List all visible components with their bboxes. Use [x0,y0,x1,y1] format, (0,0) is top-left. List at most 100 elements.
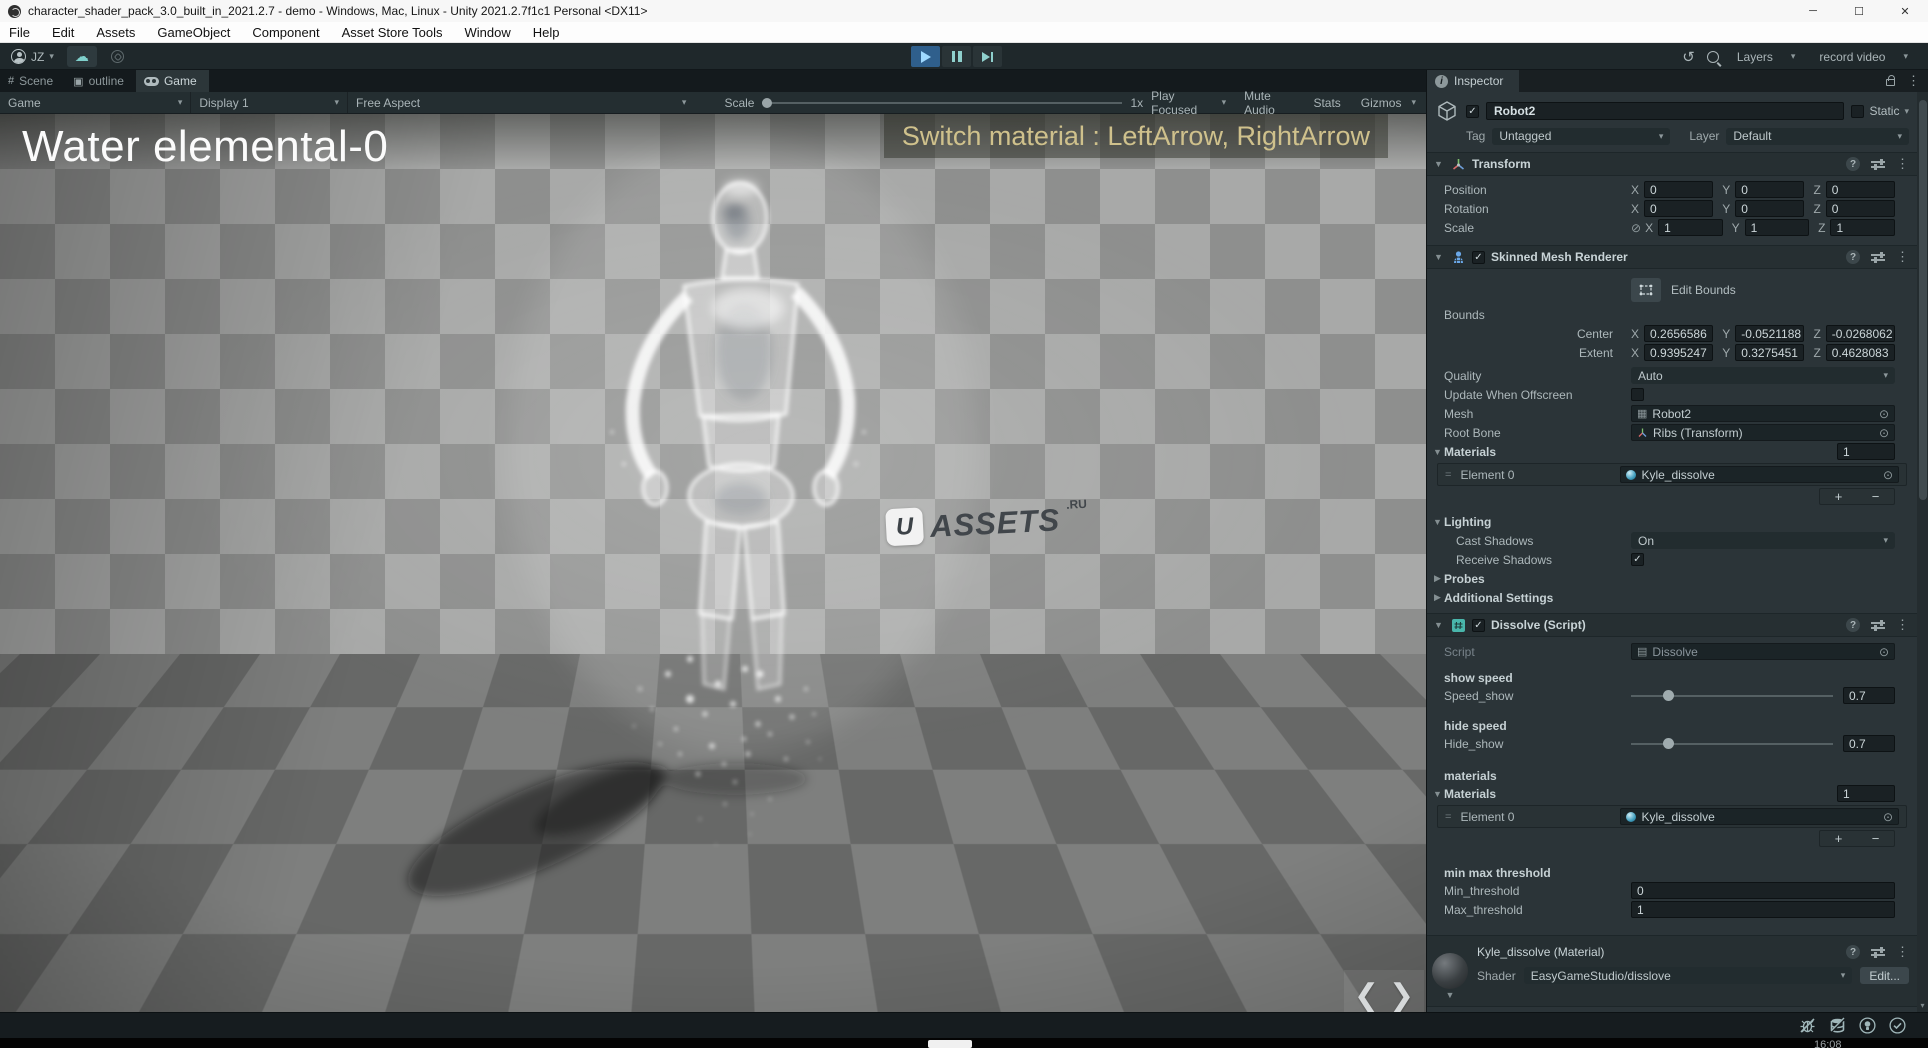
dissolve-material-object-field[interactable]: Kyle_dissolve ⊙ [1620,808,1899,825]
mesh-object-field[interactable]: ▦ Robot2 ⊙ [1631,405,1895,422]
cloud-services-button[interactable]: ☁ [66,46,97,67]
scale-slider-handle[interactable] [762,97,773,108]
progress-check-icon[interactable] [1889,1017,1906,1034]
speed-show-slider[interactable] [1631,690,1833,701]
kebab-menu-icon[interactable]: ⋮ [1896,944,1909,960]
scale-slider[interactable] [762,97,1123,108]
aspect-dropdown[interactable]: Free Aspect ▾ [348,92,694,113]
object-picker-icon[interactable]: ⊙ [1879,407,1889,421]
extent-x-field[interactable]: 0.9395247 [1644,344,1714,361]
link-broken-icon[interactable]: ⊘ [1631,221,1641,235]
pause-button[interactable] [942,46,971,67]
component-enabled-checkbox[interactable]: ✓ [1472,618,1485,632]
dissolve-script-header[interactable]: ▼ ✓ Dissolve (Script) ? ⋮ [1427,613,1917,637]
display-target-dropdown[interactable]: Game ▾ [0,92,192,113]
help-icon[interactable]: ? [1846,945,1860,959]
add-element-button[interactable]: + [1820,831,1857,846]
cache-server-icon[interactable] [1829,1017,1846,1034]
rotation-x-field[interactable]: 0 [1644,200,1714,217]
display-dropdown[interactable]: Display 1 ▾ [191,92,348,113]
drag-handle-icon[interactable]: = [1445,469,1452,481]
prev-arrow-icon[interactable]: ❮ [1354,978,1379,1013]
dissolve-material-element-row[interactable]: = Element 0 Kyle_dissolve ⊙ [1437,805,1907,828]
center-x-field[interactable]: 0.2656586 [1644,325,1714,342]
menu-component[interactable]: Component [241,22,330,42]
menu-window[interactable]: Window [454,22,522,42]
kebab-menu-icon[interactable]: ⋮ [1896,617,1909,633]
preset-icon[interactable] [1871,619,1885,631]
preset-icon[interactable] [1871,251,1885,263]
layout-dropdown[interactable]: record video ▾ [1813,46,1914,67]
menu-edit[interactable]: Edit [41,22,85,42]
smr-materials-foldout[interactable]: ▼ Materials 1 [1427,442,1917,461]
update-offscreen-checkbox[interactable] [1631,388,1644,401]
layer-dropdown[interactable]: Default ▾ [1726,127,1909,145]
menu-asset-store-tools[interactable]: Asset Store Tools [331,22,454,42]
remove-element-button[interactable]: − [1857,831,1894,846]
static-checkbox[interactable] [1851,104,1865,118]
scale-z-field[interactable]: 1 [1830,219,1895,236]
help-icon[interactable]: ? [1846,250,1860,264]
position-z-field[interactable]: 0 [1825,181,1895,198]
undo-history-icon[interactable]: ↺ [1682,48,1695,66]
lighting-foldout[interactable]: ▼ Lighting [1427,512,1917,531]
skinned-mesh-renderer-header[interactable]: ▼ ✓ Skinned Mesh Renderer ? ⋮ [1427,245,1917,269]
tab-scene[interactable]: # Scene [0,70,65,92]
menu-file[interactable]: File [0,22,41,42]
foldout-icon[interactable]: ▼ [1432,620,1445,630]
tab-game[interactable]: Game [135,70,209,92]
transform-header[interactable]: ▼ Transform ? ⋮ [1427,152,1917,176]
probes-foldout[interactable]: ▶ Probes [1427,569,1917,588]
object-picker-icon[interactable]: ⊙ [1883,810,1893,824]
shader-dropdown[interactable]: EasyGameStudio/disslove ▾ [1523,967,1853,984]
search-icon[interactable] [1706,50,1719,63]
step-button[interactable] [973,46,1002,67]
foldout-icon[interactable]: ▼ [1432,159,1445,169]
smr-materials-count-field[interactable]: 1 [1837,443,1895,460]
kebab-menu-icon[interactable]: ⋮ [1896,249,1909,265]
hide-show-field[interactable]: 0.7 [1843,735,1895,752]
version-control-button[interactable] [105,46,131,67]
receive-shadows-checkbox[interactable]: ✓ [1631,553,1644,566]
script-object-field[interactable]: ▤ Dissolve ⊙ [1631,643,1895,660]
stats-toggle[interactable]: Stats [1303,92,1350,113]
position-y-field[interactable]: 0 [1735,181,1805,198]
help-icon[interactable]: ? [1846,618,1860,632]
scroll-down-icon[interactable]: ▾ [1917,1001,1928,1010]
account-dropdown[interactable]: JZ ▾ [6,46,59,67]
object-picker-icon[interactable]: ⊙ [1879,645,1889,659]
play-focused-dropdown[interactable]: Play Focused ▾ [1143,89,1234,117]
tab-inspector[interactable]: i Inspector [1427,70,1520,92]
component-enabled-checkbox[interactable]: ✓ [1472,250,1485,264]
play-button[interactable] [911,46,940,67]
position-x-field[interactable]: 0 [1644,181,1714,198]
kebab-menu-icon[interactable]: ⋮ [1896,156,1909,172]
smr-material-element-row[interactable]: = Element 0 Kyle_dissolve ⊙ [1437,463,1907,486]
tab-outline[interactable]: ▣ outline [65,70,136,92]
additional-settings-foldout[interactable]: ▶ Additional Settings [1427,588,1917,607]
foldout-icon[interactable]: ▼ [1432,252,1445,262]
drag-handle-icon[interactable]: = [1445,811,1452,823]
root-bone-object-field[interactable]: Ribs (Transform) ⊙ [1631,424,1895,441]
menu-gameobject[interactable]: GameObject [146,22,241,42]
game-viewport[interactable]: Water elemental-0 Switch material : Left… [0,114,1426,1012]
speed-show-field[interactable]: 0.7 [1843,687,1895,704]
hide-show-slider-handle[interactable] [1663,738,1675,749]
max-threshold-field[interactable]: 1 [1631,901,1895,918]
quality-dropdown[interactable]: Auto ▾ [1631,367,1895,384]
rotation-z-field[interactable]: 0 [1825,200,1895,217]
dissolve-materials-foldout[interactable]: ▼ Materials 1 [1427,784,1917,803]
menu-help[interactable]: Help [522,22,571,42]
cast-shadows-dropdown[interactable]: On ▾ [1631,532,1895,549]
smr-material-object-field[interactable]: Kyle_dissolve ⊙ [1620,466,1899,483]
extent-z-field[interactable]: 0.4628083 [1825,344,1895,361]
menu-assets[interactable]: Assets [85,22,146,42]
inspector-scrollbar[interactable]: ▾ [1917,92,1928,1012]
object-picker-icon[interactable]: ⊙ [1879,426,1889,440]
taskbar-window-item[interactable] [928,1040,972,1048]
preset-icon[interactable] [1871,158,1885,170]
min-threshold-field[interactable]: 0 [1631,882,1895,899]
scale-x-field[interactable]: 1 [1658,219,1723,236]
lightbulb-icon[interactable] [1859,1017,1876,1034]
debugger-disabled-icon[interactable] [1799,1017,1816,1034]
